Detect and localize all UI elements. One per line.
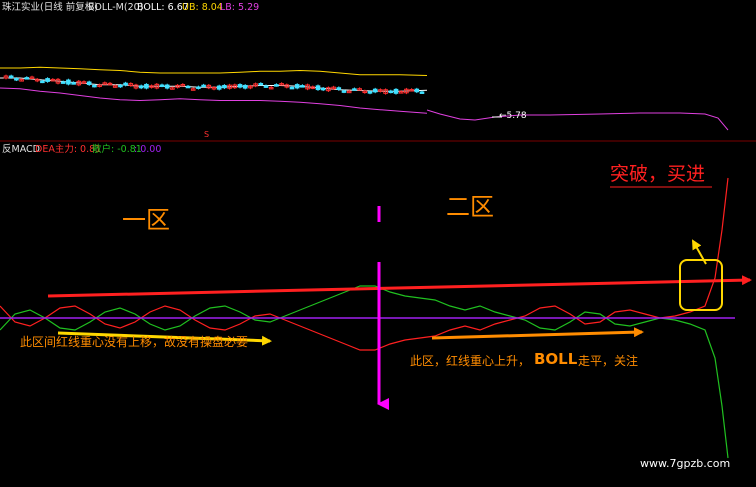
candle-body — [118, 84, 123, 88]
lb-value: LB: 5.29 — [220, 2, 260, 13]
candle-body — [258, 83, 264, 86]
candle-body — [144, 83, 149, 89]
watermark: www.7gpzb.com — [640, 457, 731, 470]
candle-body — [274, 84, 279, 87]
candle-body — [367, 91, 373, 94]
candle-body — [123, 82, 128, 86]
candle-body — [414, 88, 420, 93]
candle-body — [289, 86, 295, 90]
candle-body — [320, 87, 326, 91]
candle-body — [92, 84, 97, 88]
indicator-name: BOLL-M(20) — [88, 2, 144, 13]
candle-body — [300, 85, 305, 88]
candle-body — [14, 78, 19, 81]
macd-lines — [0, 177, 735, 459]
note-zone1: 此区间红线重心没有上移，故没有操盘必要 — [20, 335, 249, 349]
zone1-label: 一区 — [122, 206, 170, 234]
candle-body — [24, 77, 30, 80]
candle-body — [71, 82, 76, 85]
line-ub — [0, 66, 428, 76]
lb-extension-line — [426, 109, 729, 131]
candle-body — [159, 84, 165, 87]
note-zone2-prefix: 此区，红线重心上升， — [410, 354, 531, 368]
candle-body — [352, 88, 357, 91]
candle-body — [196, 86, 201, 89]
min-price-label: ←5.78 — [499, 111, 527, 121]
candle-body — [388, 90, 394, 94]
stock-name: 珠江实业(日线 前复权) — [2, 2, 98, 13]
candle-body — [419, 91, 425, 94]
candles — [3, 74, 425, 95]
candle-body — [201, 84, 206, 88]
candle-body — [237, 84, 243, 88]
candle-body — [341, 90, 347, 93]
candle-body — [242, 84, 248, 89]
trend-arrow-red — [47, 275, 752, 298]
breakout-label: 突破，买进 — [610, 163, 706, 185]
candle-body — [8, 75, 14, 79]
candle-body — [45, 78, 50, 82]
ub-value: UB: 8.04 — [182, 2, 223, 13]
breakout-highlight-box — [679, 259, 723, 311]
candle-body — [372, 88, 378, 93]
rise-arrow-orange — [431, 327, 644, 340]
candle-body — [60, 81, 66, 84]
candle-body — [294, 84, 300, 89]
candle-body — [86, 81, 92, 86]
candle-body — [185, 85, 191, 89]
candle-body — [336, 87, 342, 90]
candle-body — [138, 85, 144, 89]
chart-canvas — [0, 66, 756, 459]
candle-body — [40, 80, 45, 84]
candle-body — [393, 88, 399, 94]
candle-body — [263, 85, 269, 88]
candle-body — [164, 84, 170, 89]
note-zone2-suffix: 走平，关注 — [578, 354, 639, 368]
zero-value: : 0.00 — [134, 144, 162, 155]
signal-marker: S — [204, 130, 210, 139]
candle-body — [66, 79, 71, 85]
note-zone2-boll: BOLL — [534, 350, 578, 368]
candle-body — [222, 84, 227, 89]
zone2-label: 二区 — [446, 193, 494, 221]
candle-body — [315, 85, 321, 91]
candle-body — [216, 85, 222, 90]
